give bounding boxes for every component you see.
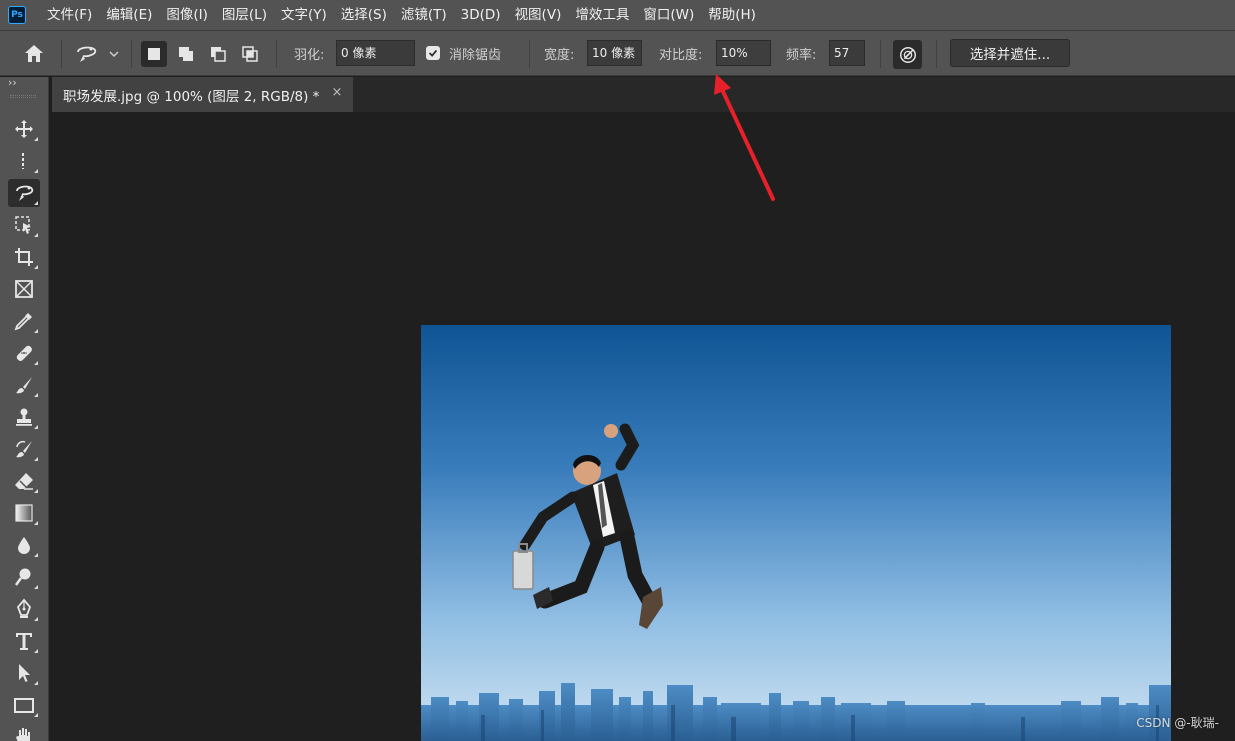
pen-pressure-button[interactable] <box>893 40 922 69</box>
rectangle-tool[interactable] <box>8 691 40 719</box>
marquee-icon <box>22 153 24 169</box>
history-brush-tool[interactable] <box>8 435 40 463</box>
document-tab-strip: 职场发展.jpg @ 100% (图层 2, RGB/8) * × <box>52 77 1235 112</box>
menu-image[interactable]: 图像(I) <box>159 0 215 30</box>
separator <box>276 40 277 68</box>
menu-file[interactable]: 文件(F) <box>40 0 99 30</box>
object-selection-tool[interactable] <box>8 211 40 239</box>
annotation-arrow-icon <box>714 74 775 201</box>
width-input[interactable]: 10 像素 <box>587 40 642 66</box>
feather-input[interactable]: 0 像素 <box>336 40 415 66</box>
intersect-selection-button[interactable] <box>237 41 263 67</box>
hand-tool[interactable] <box>8 723 40 741</box>
arrow-icon <box>19 664 30 682</box>
close-tab-icon[interactable]: × <box>331 86 343 99</box>
select-and-mask-button[interactable]: 选择并遮住... <box>950 39 1070 67</box>
pen-tool[interactable] <box>8 595 40 623</box>
intersect-selection-icon <box>242 46 258 62</box>
tools-panel: ›› <box>0 76 49 741</box>
menu-plugins[interactable]: 增效工具 <box>568 0 636 30</box>
object-selection-icon <box>15 216 31 234</box>
magnetic-lasso-icon <box>77 46 119 62</box>
eraser-icon <box>15 473 33 490</box>
brush-icon <box>16 377 32 394</box>
separator <box>131 40 132 68</box>
frequency-label: 频率: <box>786 48 817 63</box>
blur-tool[interactable] <box>8 531 40 559</box>
frame-icon <box>15 280 33 298</box>
gradient-icon <box>15 504 33 522</box>
pen-icon <box>16 598 32 618</box>
subtract-selection-icon <box>211 47 226 62</box>
photoshop-logo-icon: Ps <box>8 6 26 24</box>
frame-tool[interactable] <box>8 275 40 303</box>
brush-tool[interactable] <box>8 371 40 399</box>
home-button[interactable] <box>22 42 48 66</box>
crop-icon <box>15 248 33 266</box>
add-to-selection-button[interactable] <box>173 41 199 67</box>
rectangle-icon <box>14 698 34 713</box>
home-icon <box>25 45 43 62</box>
document-tab-title: 职场发展.jpg @ 100% (图层 2, RGB/8) * <box>63 88 320 105</box>
menu-3d[interactable]: 3D(D) <box>454 0 508 30</box>
eraser-tool[interactable] <box>8 467 40 495</box>
bandage-icon <box>16 345 32 361</box>
menu-select[interactable]: 选择(S) <box>334 0 394 30</box>
options-bar: 羽化: 0 像素 消除锯齿 宽度: 10 像素 对比度: 10% 频率: 57 … <box>0 30 1235 76</box>
magnetic-lasso-tool[interactable] <box>8 179 40 207</box>
magnetic-lasso-icon <box>16 185 34 201</box>
checkmark-icon <box>428 49 438 57</box>
healing-brush-tool[interactable] <box>8 339 40 367</box>
width-label: 宽度: <box>544 48 575 63</box>
dodge-icon <box>14 568 31 586</box>
new-selection-icon <box>148 48 160 60</box>
antialias-checkbox[interactable] <box>426 46 440 60</box>
businessman-jumping-photo <box>421 325 1171 741</box>
menu-filter[interactable]: 滤镜(T) <box>394 0 454 30</box>
hand-icon <box>16 728 30 741</box>
feather-label: 羽化: <box>294 48 325 63</box>
move-tool[interactable] <box>8 115 40 143</box>
menu-layer[interactable]: 图层(L) <box>215 0 274 30</box>
new-selection-button[interactable] <box>141 41 167 67</box>
eyedropper-icon <box>14 313 32 331</box>
separator <box>936 40 937 68</box>
document-canvas[interactable] <box>421 325 1171 741</box>
history-brush-icon <box>16 440 32 458</box>
subtract-from-selection-button[interactable] <box>205 41 231 67</box>
dodge-tool[interactable] <box>8 563 40 591</box>
menu-edit[interactable]: 编辑(E) <box>99 0 159 30</box>
menu-type[interactable]: 文字(Y) <box>274 0 334 30</box>
tool-preset-picker[interactable] <box>72 42 124 66</box>
eyedropper-tool[interactable] <box>8 307 40 335</box>
type-tool[interactable] <box>8 627 40 655</box>
collapse-panel-button[interactable]: ›› <box>8 76 17 89</box>
path-selection-tool[interactable] <box>8 659 40 687</box>
drop-icon <box>18 537 30 554</box>
separator <box>880 40 881 68</box>
type-icon <box>16 633 32 650</box>
menu-view[interactable]: 视图(V) <box>508 0 569 30</box>
menu-window[interactable]: 窗口(W) <box>636 0 701 30</box>
document-tab[interactable]: 职场发展.jpg @ 100% (图层 2, RGB/8) * × <box>52 77 353 112</box>
tools-panel-header: ›› <box>0 76 49 98</box>
separator <box>61 40 62 68</box>
move-icon <box>15 120 33 138</box>
marquee-tool[interactable] <box>8 147 40 175</box>
stamp-icon <box>16 408 32 426</box>
crop-tool[interactable] <box>8 243 40 271</box>
antialias-label: 消除锯齿 <box>449 48 502 63</box>
frequency-input[interactable]: 57 <box>829 40 865 66</box>
separator <box>529 40 530 68</box>
panel-grip[interactable] <box>10 95 36 98</box>
menu-help[interactable]: 帮助(H) <box>701 0 763 30</box>
watermark-text: CSDN @-耿瑞- <box>1136 716 1219 730</box>
add-selection-icon <box>179 47 193 61</box>
pen-pressure-icon <box>899 46 916 63</box>
clone-stamp-tool[interactable] <box>8 403 40 431</box>
contrast-label: 对比度: <box>659 48 703 63</box>
menu-bar: Ps 文件(F) 编辑(E) 图像(I) 图层(L) 文字(Y) 选择(S) 滤… <box>0 0 1235 30</box>
gradient-tool[interactable] <box>8 499 40 527</box>
